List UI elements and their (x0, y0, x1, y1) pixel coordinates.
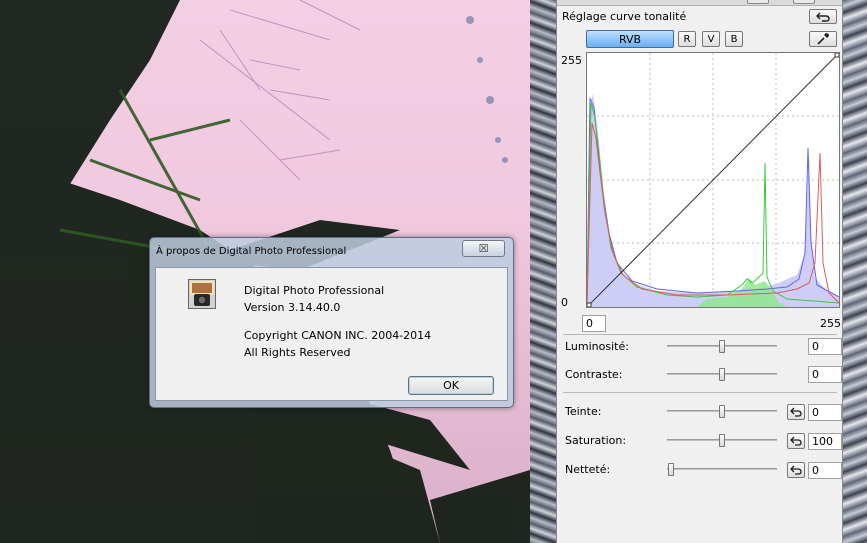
saturation-slider[interactable] (667, 434, 777, 447)
channel-tab-rgb[interactable]: RVB (586, 30, 674, 48)
dialog-body: Digital Photo Professional Version 3.14.… (155, 267, 508, 401)
dialog-title: À propos de Digital Photo Professional (156, 246, 347, 257)
sharpness-slider-thumb[interactable] (668, 463, 674, 476)
dialog-app-name: Digital Photo Professional (244, 284, 385, 297)
contrast-label: Contraste: (565, 368, 623, 381)
top-stub-button[interactable] (747, 0, 769, 4)
top-stub-button[interactable] (793, 0, 815, 4)
axis-y-max: 255 (561, 54, 582, 67)
tint-slider[interactable] (667, 405, 777, 418)
saturation-label: Saturation: (565, 434, 627, 447)
tint-slider-thumb[interactable] (719, 405, 725, 418)
saturation-slider-thumb[interactable] (719, 434, 725, 447)
luminosity-slider[interactable] (667, 340, 777, 353)
reset-arrow-icon (816, 12, 830, 22)
close-icon: ☒ (478, 242, 489, 255)
sharpness-reset-button[interactable] (787, 462, 805, 478)
input-level-min[interactable]: 0 (582, 315, 606, 332)
dialog-rights: All Rights Reserved (244, 346, 351, 359)
saturation-reset-button[interactable] (787, 433, 805, 449)
curve-reset-button[interactable] (809, 9, 837, 24)
ok-button[interactable]: OK (408, 376, 494, 395)
about-dialog: À propos de Digital Photo Professional ☒… (149, 237, 514, 408)
contrast-value[interactable]: 0 (808, 366, 842, 383)
histogram-svg (587, 53, 839, 307)
eyedropper-icon (817, 33, 829, 45)
tint-label: Teinte: (565, 405, 602, 418)
saturation-value[interactable]: 100 (808, 433, 842, 450)
tint-value[interactable]: 0 (808, 404, 842, 421)
separator (563, 334, 837, 335)
channel-tab-g[interactable]: V (702, 31, 720, 47)
channel-tab-b[interactable]: B (725, 31, 743, 47)
eyedropper-button[interactable] (809, 31, 837, 47)
luminosity-label: Luminosité: (565, 340, 629, 353)
channel-tab-r[interactable]: R (678, 31, 696, 47)
panel-top-bar (557, 0, 842, 6)
tone-curve-panel: Réglage curve tonalité RVB R V B 255 0 0… (556, 0, 843, 543)
window-divider (530, 0, 556, 543)
camera-icon (190, 281, 214, 306)
luminosity-value[interactable]: 0 (808, 338, 842, 355)
sharpness-label: Netteté: (565, 463, 611, 476)
contrast-slider-thumb[interactable] (719, 368, 725, 381)
luminosity-slider-thumb[interactable] (719, 340, 725, 353)
reset-arrow-icon (790, 407, 802, 417)
sharpness-value[interactable]: 0 (808, 462, 842, 479)
panel-title: Réglage curve tonalité (562, 10, 687, 23)
dialog-copyright: Copyright CANON INC. 2004-2014 (244, 329, 432, 342)
dialog-close-button[interactable]: ☒ (462, 240, 505, 257)
axis-x-max: 255 (820, 317, 841, 330)
dialog-version: Version 3.14.40.0 (244, 301, 341, 314)
contrast-slider[interactable] (667, 368, 777, 381)
app-icon (188, 279, 216, 309)
reset-arrow-icon (790, 465, 802, 475)
axis-y-min: 0 (561, 296, 568, 309)
tone-curve-graph[interactable] (586, 52, 840, 308)
sharpness-slider[interactable] (667, 463, 777, 476)
tint-reset-button[interactable] (787, 404, 805, 420)
separator (563, 392, 837, 393)
reset-arrow-icon (790, 436, 802, 446)
photo-strip-right (843, 0, 867, 543)
